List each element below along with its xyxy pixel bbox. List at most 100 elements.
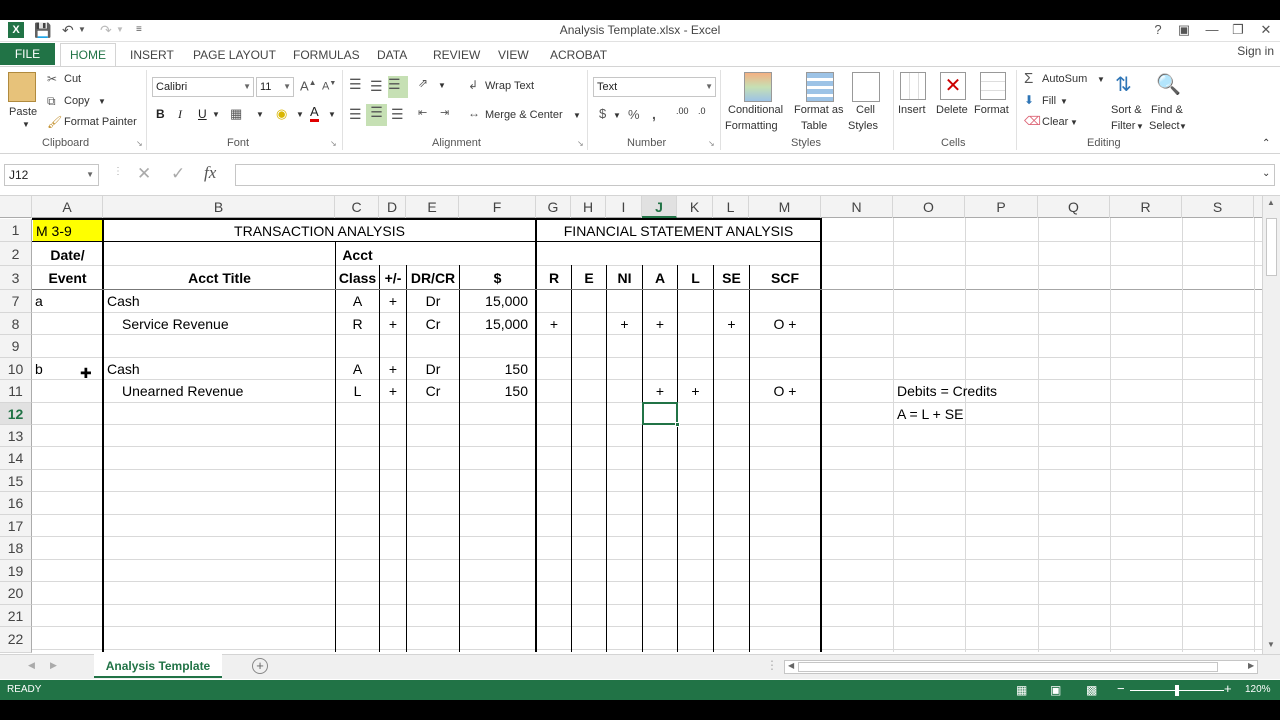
wrap-text-button[interactable]: Wrap Text xyxy=(485,80,534,92)
tab-formulas[interactable]: FORMULAS xyxy=(293,46,360,64)
delete-button[interactable]: Delete xyxy=(936,104,968,116)
cell-a10[interactable]: b xyxy=(35,358,43,380)
paste-icon[interactable] xyxy=(8,72,36,102)
underline-dropdown-icon[interactable]: ▼ xyxy=(212,110,220,119)
copy-icon[interactable]: ⧉ xyxy=(47,94,56,109)
tab-split-handle[interactable]: ⋮ xyxy=(766,658,778,672)
conditional-formatting-label2[interactable]: Formatting xyxy=(725,120,778,132)
cell-m11[interactable]: O + xyxy=(750,380,820,402)
fill-handle[interactable] xyxy=(675,422,680,427)
cell-k3[interactable]: L xyxy=(678,267,713,289)
cancel-entry-icon[interactable]: ✕ xyxy=(137,164,151,184)
find-select-icon[interactable]: 🔍 xyxy=(1156,72,1181,97)
decrease-indent-icon[interactable]: ⇤ xyxy=(418,106,427,119)
cell-g8[interactable]: + xyxy=(537,313,571,335)
cell-e7[interactable]: Dr xyxy=(407,290,459,312)
cell-g1[interactable]: FINANCIAL STATEMENT ANALYSIS xyxy=(537,220,820,242)
cut-icon[interactable]: ✂ xyxy=(47,72,57,86)
zoom-slider-thumb[interactable] xyxy=(1175,685,1179,696)
format-painter-button[interactable]: Format Painter xyxy=(64,116,137,128)
cell-e11[interactable]: Cr xyxy=(407,380,459,402)
autosum-icon[interactable]: Σ xyxy=(1024,70,1033,87)
column-header-f[interactable]: F xyxy=(459,196,536,218)
cell-j11[interactable]: + xyxy=(643,380,677,402)
copy-dropdown-icon[interactable]: ▼ xyxy=(98,97,106,106)
tab-file[interactable]: FILE xyxy=(0,43,55,65)
wrap-text-icon[interactable]: ↲ xyxy=(468,78,478,92)
scroll-up-icon[interactable]: ▲ xyxy=(1267,198,1275,207)
cell-o12[interactable]: A = L + SE xyxy=(897,403,963,425)
autosum-button[interactable]: AutoSum xyxy=(1042,73,1087,85)
column-header-p[interactable]: P xyxy=(965,196,1038,218)
cell-a2[interactable]: Date/ xyxy=(33,244,102,266)
column-header-e[interactable]: E xyxy=(406,196,459,218)
cell-d8[interactable]: + xyxy=(380,313,406,335)
horizontal-scroll-thumb[interactable] xyxy=(798,662,1218,672)
borders-icon[interactable]: ▦ xyxy=(230,106,242,122)
cell-m8[interactable]: O + xyxy=(750,313,820,335)
scroll-down-icon[interactable]: ▼ xyxy=(1267,640,1275,649)
row-header-17[interactable]: 17 xyxy=(0,515,32,537)
collapse-ribbon-icon[interactable]: ⌃ xyxy=(1262,138,1270,149)
cell-b11[interactable]: Unearned Revenue xyxy=(122,380,243,402)
cell-e10[interactable]: Dr xyxy=(407,358,459,380)
new-sheet-icon[interactable]: + xyxy=(252,658,268,674)
cell-c8[interactable]: R xyxy=(336,313,379,335)
cell-g3[interactable]: R xyxy=(537,267,571,289)
column-header-r[interactable]: R xyxy=(1110,196,1182,218)
cell-d7[interactable]: + xyxy=(380,290,406,312)
cell-d11[interactable]: + xyxy=(380,380,406,402)
cell-b10[interactable]: Cash xyxy=(107,358,140,380)
page-layout-view-icon[interactable]: ▣ xyxy=(1050,683,1061,697)
row-header-18[interactable]: 18 xyxy=(0,537,32,560)
column-header-b[interactable]: B xyxy=(103,196,335,218)
cell-c11[interactable]: L xyxy=(336,380,379,402)
insert-button[interactable]: Insert xyxy=(898,104,926,116)
column-header-j[interactable]: J xyxy=(642,196,677,218)
format-as-table-label2[interactable]: Table xyxy=(801,120,827,132)
find-select-label2[interactable]: Select xyxy=(1149,120,1180,132)
cell-j8[interactable]: + xyxy=(643,313,677,335)
cell-a1[interactable]: M 3-9 xyxy=(36,220,72,242)
conditional-formatting-button[interactable]: Conditional xyxy=(728,104,783,116)
ribbon-display-icon[interactable]: ▣ xyxy=(1172,21,1196,39)
cell-a3[interactable]: Event xyxy=(33,267,102,289)
expand-formula-bar-icon[interactable]: ⌄ xyxy=(1262,168,1270,179)
format-as-table-icon[interactable] xyxy=(806,72,834,102)
format-painter-icon[interactable]: 🖌 xyxy=(47,115,62,129)
italic-icon[interactable]: I xyxy=(178,107,182,122)
column-header-k[interactable]: K xyxy=(677,196,713,218)
active-cell-j12[interactable] xyxy=(642,402,678,425)
tab-review[interactable]: REVIEW xyxy=(433,46,480,64)
close-icon[interactable]: ✕ xyxy=(1254,21,1278,39)
cell-b7[interactable]: Cash xyxy=(107,290,140,312)
delete-cells-icon[interactable]: ✕ xyxy=(940,72,966,100)
formula-input[interactable] xyxy=(235,164,1275,186)
currency-dropdown-icon[interactable]: ▼ xyxy=(613,111,621,120)
column-header-m[interactable]: M xyxy=(749,196,821,218)
autosum-dropdown-icon[interactable]: ▼ xyxy=(1097,75,1105,84)
sort-filter-icon[interactable]: ⇅ xyxy=(1115,72,1132,97)
cell-k11[interactable]: + xyxy=(678,380,713,402)
scroll-thumb[interactable] xyxy=(1266,218,1277,276)
column-header-o[interactable]: O xyxy=(893,196,965,218)
row-header-16[interactable]: 16 xyxy=(0,492,32,515)
cell-o11[interactable]: Debits = Credits xyxy=(897,380,997,402)
cell-e3[interactable]: DR/CR xyxy=(407,267,459,289)
row-header-9[interactable]: 9 xyxy=(0,335,32,358)
row-header-22[interactable]: 22 xyxy=(0,627,32,653)
column-header-n[interactable]: N xyxy=(821,196,893,218)
select-all-corner[interactable] xyxy=(0,196,32,218)
cell-i8[interactable]: + xyxy=(607,313,642,335)
cell-f10[interactable]: 150 xyxy=(460,358,528,380)
row-header-20[interactable]: 20 xyxy=(0,582,32,605)
align-left-icon[interactable]: ☰ xyxy=(349,106,362,123)
row-header-10[interactable]: 10 xyxy=(0,358,32,380)
column-header-d[interactable]: D xyxy=(379,196,406,218)
sign-in-link[interactable]: Sign in xyxy=(1237,44,1274,58)
cell-c10[interactable]: A xyxy=(336,358,379,380)
font-color-icon[interactable]: A xyxy=(310,105,319,122)
cell-f7[interactable]: 15,000 xyxy=(460,290,528,312)
row-header-14[interactable]: 14 xyxy=(0,447,32,470)
tab-home[interactable]: HOME xyxy=(60,43,116,67)
